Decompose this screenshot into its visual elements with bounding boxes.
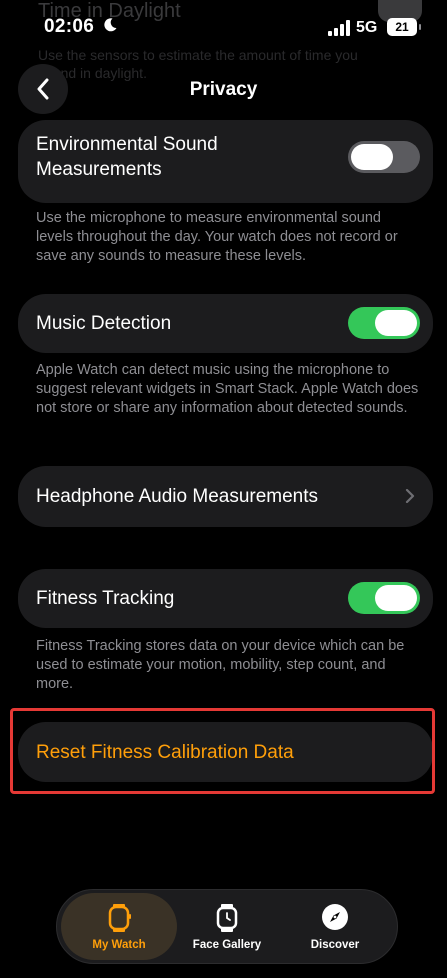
watch-icon (108, 904, 131, 932)
env-sound-label: Environmental Sound Measurements (36, 134, 218, 180)
status-bar: 02:06 5G 21 (0, 0, 447, 56)
screen: Time in Daylight Use the sensors to esti… (0, 0, 447, 978)
face-gallery-icon (216, 904, 238, 932)
music-detection-footnote: Apple Watch can detect music using the m… (36, 362, 419, 416)
music-detection-label: Music Detection (36, 313, 172, 334)
fitness-tracking-row: Fitness Tracking (18, 569, 433, 628)
fitness-tracking-toggle[interactable] (348, 582, 420, 614)
fitness-tracking-label: Fitness Tracking (36, 588, 175, 609)
battery-icon: 21 (387, 18, 421, 36)
music-detection-row: Music Detection (18, 294, 433, 353)
chevron-right-icon (405, 489, 415, 503)
tab-my-watch[interactable]: My Watch (61, 893, 177, 960)
fitness-tracking-footnote: Fitness Tracking stores data on your dev… (36, 638, 405, 692)
status-time: 02:06 (44, 16, 95, 37)
env-sound-row: Environmental Sound Measurements (18, 120, 433, 203)
headphone-audio-row[interactable]: Headphone Audio Measurements (18, 466, 433, 527)
highlight-box (10, 708, 435, 794)
tab-discover[interactable]: Discover (277, 893, 393, 960)
env-sound-footnote: Use the microphone to measure environmen… (36, 210, 398, 264)
compass-icon (322, 904, 348, 930)
tab-face-gallery-label: Face Gallery (192, 939, 262, 951)
headphone-audio-label: Headphone Audio Measurements (36, 486, 319, 507)
moon-icon (102, 17, 118, 38)
cellular-signal-icon (328, 20, 350, 36)
tab-face-gallery[interactable]: Face Gallery (169, 893, 285, 960)
page-title: Privacy (189, 79, 258, 100)
music-detection-toggle[interactable] (348, 307, 420, 339)
tab-my-watch-label: My Watch (92, 939, 146, 951)
tab-bar: My Watch Face Gallery Discover (56, 889, 398, 964)
battery-level: 21 (395, 20, 409, 34)
env-sound-toggle[interactable] (348, 141, 420, 173)
tab-discover-label: Discover (310, 939, 360, 951)
network-type: 5G (356, 19, 378, 36)
